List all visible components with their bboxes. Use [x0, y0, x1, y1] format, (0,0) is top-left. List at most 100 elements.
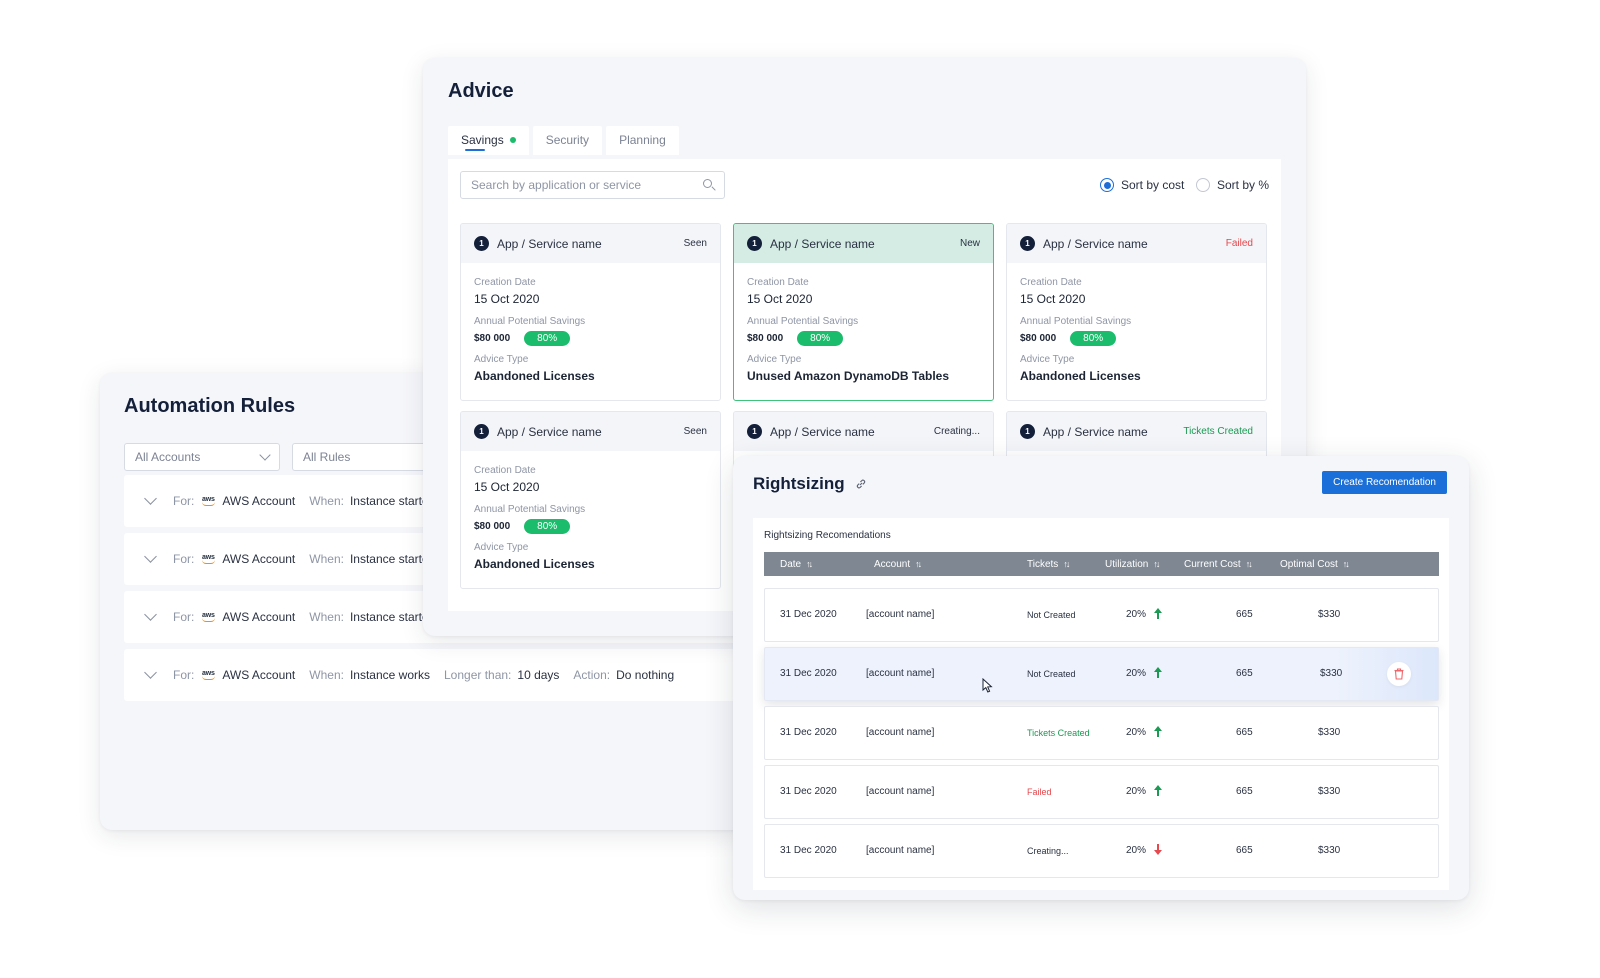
- column-header-current-cost[interactable]: Current Cost ↑↓: [1184, 559, 1253, 570]
- rule-row[interactable]: For: aws AWS Account When: Instance work…: [124, 649, 744, 701]
- savings-amount: $80 000: [474, 521, 511, 532]
- when-label: When:: [309, 494, 344, 508]
- cell-tickets: Not Created: [1027, 610, 1076, 620]
- rightsizing-table-container: Rightsizing Recomendations Date ↑↓ Accoun…: [753, 518, 1449, 890]
- create-recommendation-button[interactable]: Create Recomendation: [1322, 471, 1447, 494]
- cell-date: 31 Dec 2020: [780, 727, 837, 738]
- advice-type-label: Advice Type: [1020, 354, 1075, 365]
- action-value: Do nothing: [616, 668, 675, 682]
- new-indicator-dot: [509, 136, 516, 143]
- advice-type-label: Advice Type: [474, 542, 529, 553]
- tab-planning[interactable]: Planning: [606, 126, 679, 155]
- table-row[interactable]: 31 Dec 2020 [account name] Not Created 2…: [764, 588, 1439, 642]
- sort-by-percent-radio[interactable]: Sort by %: [1196, 178, 1269, 192]
- cell-optimal-cost: $330: [1318, 727, 1341, 738]
- rules-filter-value: All Rules: [303, 450, 351, 464]
- advice-card[interactable]: 1 App / Service name Seen Creation Date …: [460, 223, 721, 401]
- column-header-account[interactable]: Account ↑↓: [874, 558, 922, 570]
- cell-current-cost: 665: [1236, 609, 1253, 620]
- savings-label: Annual Potential Savings: [474, 316, 586, 327]
- advice-type-label: Advice Type: [474, 354, 529, 365]
- expand-chevron-icon[interactable]: [144, 608, 157, 621]
- card-header: 1 App / Service name Seen: [461, 412, 720, 451]
- for-label: For:: [173, 552, 195, 566]
- cell-date: 31 Dec 2020: [780, 609, 837, 620]
- card-index-badge: 1: [474, 424, 489, 439]
- tab-security[interactable]: Security: [532, 126, 603, 155]
- card-service-name: App / Service name: [770, 236, 875, 251]
- advice-type-label: Advice Type: [747, 354, 802, 365]
- account-value: AWS Account: [222, 668, 296, 682]
- rightsizing-panel: Rightsizing Create Recomendation Rightsi…: [733, 456, 1469, 900]
- card-status: Creating...: [933, 426, 980, 437]
- savings-amount: $80 000: [474, 333, 511, 344]
- cell-utilization: 20%: [1126, 766, 1163, 818]
- advice-type-value: Unused Amazon DynamoDB Tables: [747, 369, 950, 383]
- cell-account: [account name]: [866, 668, 935, 679]
- column-label: Utilization: [1105, 558, 1149, 570]
- column-header-tickets[interactable]: Tickets ↑↓: [1027, 558, 1070, 570]
- expand-chevron-icon[interactable]: [144, 550, 157, 563]
- advice-type-value: Abandoned Licenses: [474, 369, 595, 383]
- creation-date-label: Creation Date: [474, 277, 536, 288]
- arrow-down-icon: [1154, 843, 1163, 855]
- table-title: Rightsizing Recomendations: [764, 530, 891, 541]
- expand-chevron-icon[interactable]: [144, 666, 157, 679]
- tab-savings[interactable]: Savings: [448, 126, 529, 155]
- cell-current-cost: 665: [1236, 668, 1253, 679]
- table-row[interactable]: 31 Dec 2020 [account name] Tickets Creat…: [764, 706, 1439, 760]
- sort-by-cost-radio[interactable]: Sort by cost: [1100, 178, 1184, 192]
- cell-account: [account name]: [866, 609, 935, 620]
- delete-row-button[interactable]: [1387, 662, 1411, 686]
- search-input[interactable]: Search by application or service: [460, 171, 725, 199]
- advice-tabs: Savings Security Planning: [448, 126, 679, 155]
- advice-card[interactable]: 1 App / Service name New Creation Date 1…: [733, 223, 994, 401]
- aws-logo-smile: [201, 618, 215, 622]
- savings-percent-badge: 80%: [524, 519, 571, 534]
- creation-date-value: 15 Oct 2020: [474, 480, 540, 494]
- expand-chevron-icon[interactable]: [144, 492, 157, 505]
- savings-label: Annual Potential Savings: [474, 504, 586, 515]
- table-row[interactable]: 31 Dec 2020 [account name] Creating... 2…: [764, 824, 1439, 878]
- link-icon[interactable]: [855, 478, 867, 490]
- table-row[interactable]: 31 Dec 2020 [account name] Failed 20% 66…: [764, 765, 1439, 819]
- cell-utilization: 20%: [1126, 825, 1163, 877]
- creation-date-label: Creation Date: [474, 465, 536, 476]
- search-placeholder: Search by application or service: [471, 178, 642, 192]
- card-header: 1 App / Service name Failed: [1007, 224, 1266, 263]
- sort-icon: ↑↓: [1063, 558, 1070, 569]
- advice-card[interactable]: 1 App / Service name Failed Creation Dat…: [1006, 223, 1267, 401]
- sort-icon: ↑↓: [915, 558, 922, 569]
- radio-selected-icon: [1100, 178, 1114, 192]
- card-index-badge: 1: [747, 236, 762, 251]
- advice-title: Advice: [448, 80, 514, 102]
- utilization-value: 20%: [1126, 609, 1147, 620]
- column-header-utilization[interactable]: Utilization ↑↓: [1105, 558, 1160, 570]
- cell-account: [account name]: [866, 845, 935, 856]
- aws-logo-smile: [201, 676, 215, 680]
- utilization-value: 20%: [1126, 668, 1147, 679]
- creation-date-value: 15 Oct 2020: [1020, 292, 1086, 306]
- advice-card[interactable]: 1 App / Service name Seen Creation Date …: [460, 411, 721, 589]
- card-header: 1 App / Service name Tickets Created: [1007, 412, 1266, 451]
- cell-date: 31 Dec 2020: [780, 845, 837, 856]
- accounts-filter-select[interactable]: All Accounts: [124, 443, 280, 471]
- sort-icon: ↑↓: [1342, 558, 1350, 569]
- arrow-up-icon: [1154, 666, 1163, 678]
- cell-account: [account name]: [866, 786, 935, 797]
- column-header-date[interactable]: Date ↑↓: [780, 559, 813, 570]
- creation-date-value: 15 Oct 2020: [747, 292, 813, 306]
- savings-amount: $80 000: [747, 333, 784, 344]
- savings-percent-badge: 80%: [524, 331, 571, 346]
- savings-percent-badge: 80%: [1070, 331, 1117, 346]
- cell-utilization: 20%: [1126, 648, 1163, 700]
- cell-optimal-cost: $330: [1318, 786, 1341, 797]
- for-label: For:: [173, 668, 195, 682]
- table-row[interactable]: 31 Dec 2020 [account name] Not Created 2…: [764, 647, 1439, 701]
- active-tab-underline: [465, 149, 485, 151]
- card-index-badge: 1: [474, 236, 489, 251]
- mouse-cursor-icon: [982, 678, 993, 693]
- cell-current-cost: 665: [1236, 786, 1253, 797]
- savings-label: Annual Potential Savings: [747, 316, 859, 327]
- column-header-optimal-cost[interactable]: Optimal Cost ↑↓: [1280, 558, 1350, 570]
